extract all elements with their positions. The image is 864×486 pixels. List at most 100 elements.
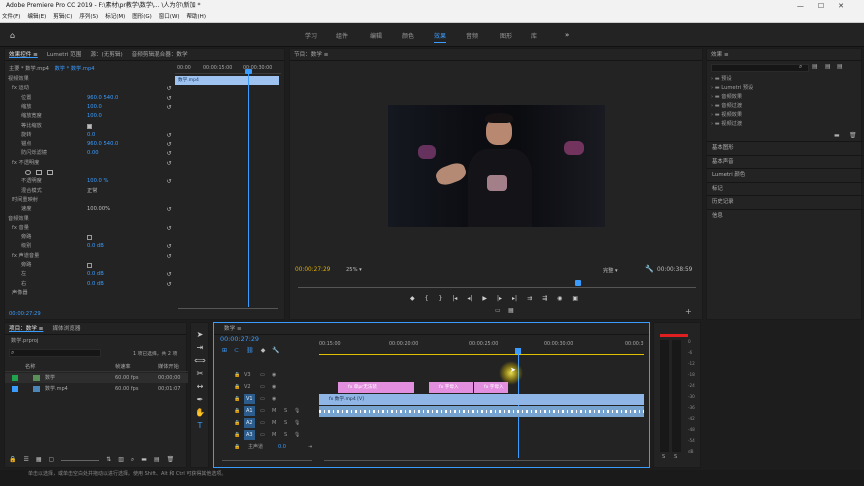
master-clip-label[interactable]: 主要 * 数学.mp4 (9, 66, 49, 72)
effect-row-1[interactable]: fx 运动 ↺ (5, 84, 173, 93)
track-label[interactable]: A3 (244, 430, 255, 440)
reset-icon[interactable]: ↺ (165, 224, 173, 233)
mini-playhead[interactable] (248, 71, 249, 307)
maximize-icon[interactable]: ☐ (818, 0, 824, 12)
project-search-input[interactable] (9, 349, 101, 357)
checkbox[interactable] (87, 123, 92, 129)
mute-icon[interactable]: M (272, 430, 276, 440)
project-tab-1[interactable]: 媒体浏览器 (52, 326, 80, 332)
meter-solo-left[interactable]: S (662, 454, 665, 460)
effect-row-5[interactable]: 等比缩放 (5, 122, 173, 131)
mute-icon[interactable]: M (272, 418, 276, 428)
effect-row-18[interactable]: 级别 0.0 dB ↺ (5, 242, 173, 251)
new-bin-icon[interactable]: ▬ (141, 456, 147, 465)
sync-lock-icon[interactable]: ▭ (260, 430, 265, 440)
lock-icon[interactable]: 🔒 (9, 456, 16, 465)
effect-row-7[interactable]: 锚点 960.0 540.0 ↺ (5, 140, 173, 149)
eye-icon[interactable]: ◉ (272, 370, 276, 380)
sync-lock-icon[interactable]: ▭ (260, 394, 265, 404)
track-label[interactable]: A1 (244, 406, 255, 416)
track-header-A2[interactable]: 🔒 A2 ▭ M S 🎙 (214, 418, 319, 428)
type-tool-icon[interactable]: T (194, 420, 206, 431)
minimize-icon[interactable]: — (797, 0, 804, 12)
step-forward-icon[interactable]: |▸ (497, 295, 502, 305)
effect-controls-timecode[interactable]: 00:00:27:29 (9, 311, 41, 317)
checkbox[interactable] (87, 263, 92, 268)
ellipse-mask-icon[interactable] (25, 170, 31, 175)
play-icon[interactable]: ▶ (482, 295, 487, 305)
effects-folder-0[interactable]: › ▬ 预设 (711, 75, 732, 84)
reset-icon[interactable]: ↺ (165, 94, 173, 103)
effects-section-3[interactable]: 标记 (707, 181, 863, 195)
effects-folder-5[interactable]: › ▬ 视频过渡 (711, 120, 742, 129)
track-lock-icon[interactable]: 🔒 (234, 394, 240, 404)
track-label[interactable]: V3 (244, 370, 251, 380)
effects-folder-1[interactable]: › ▬ Lumetri 预设 (711, 84, 753, 93)
solo-icon[interactable]: S (284, 406, 287, 416)
yuv-effects-icon[interactable]: ▤ (837, 63, 843, 70)
trash-icon[interactable]: 🗑 (167, 456, 175, 465)
checkbox[interactable] (87, 235, 92, 241)
menu-item-0[interactable]: 文件(F) (2, 12, 20, 22)
zoom-slider[interactable] (61, 456, 100, 461)
effects-search-input[interactable] (711, 64, 809, 72)
timeline-clip-v2-a[interactable]: fx 单pr无法装 (338, 382, 414, 393)
left-tab-2[interactable]: 源：(无剪辑) (90, 52, 122, 58)
track-label[interactable]: V2 (244, 382, 251, 392)
menu-item-4[interactable]: 标记(M) (105, 12, 125, 22)
effect-param-value[interactable]: 100.0 % (87, 177, 108, 186)
reset-icon[interactable]: ↺ (165, 205, 173, 214)
workspace-tab-6[interactable]: 图形 (500, 23, 512, 47)
nest-icon[interactable]: ⊞ (222, 347, 227, 354)
effect-row-3[interactable]: 缩放 100.0 ↺ (5, 103, 173, 112)
menu-item-2[interactable]: 剪辑(C) (53, 12, 72, 22)
timeline-timecode[interactable]: 00:00:27:29 (220, 335, 259, 343)
mute-icon[interactable]: M (272, 406, 276, 416)
col-fps[interactable]: 帧速率 (115, 363, 131, 372)
workspace-tab-0[interactable]: 学习 (305, 23, 317, 47)
mini-timeline-ruler[interactable]: 00:00 00:00:15:00 00:00:30:00 (175, 63, 281, 74)
effect-row-10[interactable] (5, 168, 173, 177)
project-row-clip[interactable]: 数学.mp4 60.00 fps 00;01:07 (5, 384, 188, 394)
effect-param-value[interactable]: 100.00% (87, 205, 110, 214)
icon-view-icon[interactable]: ▦ (36, 456, 42, 465)
track-header-A1[interactable]: 🔒 A1 ▭ M S 🎙 (214, 406, 319, 416)
reset-icon[interactable]: ↺ (165, 84, 173, 93)
reset-icon[interactable]: ↺ (165, 242, 173, 251)
track-label[interactable]: 主声道 (248, 442, 263, 452)
effects-section-5[interactable]: 信息 (707, 208, 863, 222)
effect-row-22[interactable]: 右 0.0 dB ↺ (5, 280, 173, 289)
left-tab-0[interactable]: 效果控件 ≡ (9, 52, 38, 58)
effect-param-value[interactable]: 0.0 dB (87, 242, 104, 251)
master-volume-value[interactable]: 0.0 (278, 442, 286, 452)
project-row-sequence[interactable]: 数学 60.00 fps 00;00;00 (5, 373, 188, 383)
effect-param-value[interactable]: 100.0 (87, 103, 102, 112)
timeline-clip-v2-c[interactable]: fx 字母入 (474, 382, 508, 393)
track-lock-icon[interactable]: 🔒 (234, 442, 240, 452)
mic-icon[interactable]: 🎙 (294, 418, 300, 428)
effect-row-23[interactable]: 声像器 (5, 289, 173, 298)
sequence-clip-label[interactable]: 数学 * 数学.mp4 (55, 66, 95, 72)
effect-row-17[interactable]: 旁路 (5, 233, 173, 242)
track-label[interactable]: A2 (244, 418, 255, 428)
settings-wrench-icon[interactable]: 🔧 (272, 347, 279, 354)
effect-param-value[interactable]: 0.0 dB (87, 280, 104, 289)
mini-timeline-clip[interactable]: 数学.mp4 (175, 76, 279, 85)
track-lock-icon[interactable]: 🔒 (234, 430, 240, 440)
go-to-out-icon[interactable]: ▸| (512, 295, 517, 305)
track-lock-icon[interactable]: 🔒 (234, 370, 240, 380)
sync-lock-icon[interactable]: ▭ (260, 382, 265, 392)
slip-tool-icon[interactable]: ↔ (194, 381, 206, 392)
effect-row-2[interactable]: 位置 960.0 540.0 ↺ (5, 94, 173, 103)
menu-item-6[interactable]: 窗口(W) (159, 12, 180, 22)
workspace-tab-3[interactable]: 颜色 (402, 23, 414, 47)
effect-row-12[interactable]: 混合模式 正常 (5, 187, 173, 196)
reset-icon[interactable]: ↺ (165, 270, 173, 279)
export-frame-icon[interactable]: ◉ (557, 295, 562, 305)
pen-tool-icon[interactable]: ✒ (194, 394, 206, 405)
effects-section-1[interactable]: 基本声音 (707, 154, 863, 168)
work-area-bar[interactable] (319, 354, 644, 355)
effect-param-value[interactable]: 960.0 540.0 (87, 94, 118, 103)
eye-icon[interactable]: ◉ (272, 394, 276, 404)
meter-solo-right[interactable]: S (674, 454, 677, 460)
